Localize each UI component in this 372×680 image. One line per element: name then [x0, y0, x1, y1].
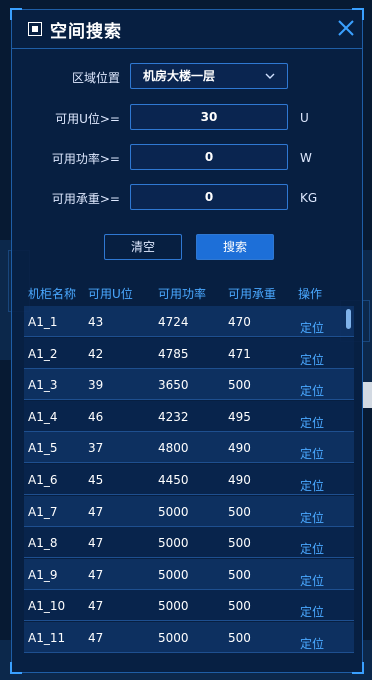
load-label: 可用承重>=	[51, 192, 120, 206]
cell-available-u: 43	[88, 315, 104, 329]
cell-available-load: 470	[228, 315, 251, 329]
search-button[interactable]: 搜索	[196, 234, 274, 260]
table-row: A1_4 46 4232 495 定位	[24, 400, 354, 432]
cell-available-u: 37	[88, 441, 104, 456]
cell-available-u: 47	[88, 567, 104, 582]
locate-link[interactable]: 定位	[300, 635, 324, 652]
area-select[interactable]: 机房大楼一层	[130, 63, 288, 89]
locate-link[interactable]: 定位	[300, 382, 324, 399]
column-header-load: 可用承重	[228, 287, 277, 301]
table-row: A1_3 39 3650 500 定位	[24, 369, 354, 401]
cell-cabinet-name: A1_3	[28, 378, 58, 393]
power-label: 可用功率>=	[51, 152, 120, 166]
power-unit: W	[300, 151, 312, 165]
table-row: A1_2 42 4785 471 定位	[24, 337, 354, 369]
cell-available-power: 4785	[158, 346, 189, 361]
table-row: A1_1 43 4724 470 定位	[24, 306, 354, 337]
u-unit: U	[300, 111, 309, 125]
load-unit: KG	[300, 191, 318, 205]
table-body[interactable]: A1_1 43 4724 470 定位 A1_2 42 4785 471 定位 A1_3 39 3650…	[24, 306, 354, 664]
column-header-name: 机柜名称	[28, 287, 77, 301]
panel-title: 空间搜索	[50, 22, 122, 42]
cell-available-power: 4724	[158, 315, 189, 329]
column-header-u: 可用U位	[88, 287, 133, 301]
cell-cabinet-name: A1_9	[28, 567, 58, 582]
table-row: A1_6 45 4450 490 定位	[24, 464, 354, 495]
u-input[interactable]: 30	[130, 104, 288, 130]
cell-available-u: 42	[88, 346, 104, 361]
table-row: A1_9 47 5000 500 定位	[24, 558, 354, 590]
locate-link[interactable]: 定位	[300, 603, 324, 620]
table-row: A1_5 37 4800 490 定位	[24, 432, 354, 464]
cell-available-load: 500	[228, 536, 251, 551]
chevron-down-icon	[265, 73, 275, 79]
cell-cabinet-name: A1_10	[28, 599, 66, 614]
table-row: A1_11 47 5000 500 定位	[24, 622, 354, 653]
clear-button[interactable]: 清空	[104, 234, 182, 260]
cell-available-load: 495	[228, 409, 251, 424]
spatial-search-panel: 空间搜索 区域位置 机房大楼一层 可用U位>= 30 U 可用功率>= 0 W …	[10, 8, 364, 674]
locate-link[interactable]: 定位	[300, 414, 324, 431]
cell-available-power: 5000	[158, 536, 189, 551]
table-header: 机柜名称 可用U位 可用功率 可用承重 操作	[12, 282, 362, 304]
locate-link[interactable]: 定位	[300, 319, 324, 336]
cell-cabinet-name: A1_8	[28, 536, 58, 551]
panel-header: 空间搜索	[12, 10, 362, 49]
cell-cabinet-name: A1_11	[28, 631, 66, 645]
area-select-value: 机房大楼一层	[143, 69, 216, 83]
cell-available-u: 47	[88, 536, 104, 551]
cell-available-load: 500	[228, 504, 251, 519]
cell-available-load: 490	[228, 441, 251, 456]
cell-available-load: 490	[228, 473, 251, 487]
cell-available-u: 47	[88, 631, 104, 645]
table-row: A1_10 47 5000 500 定位	[24, 590, 354, 622]
table-row: A1_7 47 5000 500 定位	[24, 495, 354, 527]
cell-available-power: 5000	[158, 599, 189, 614]
cell-available-u: 47	[88, 504, 104, 519]
locate-link[interactable]: 定位	[300, 351, 324, 368]
cell-cabinet-name: A1_6	[28, 473, 58, 487]
locate-link[interactable]: 定位	[300, 572, 324, 589]
cell-available-u: 47	[88, 599, 104, 614]
square-icon	[28, 22, 42, 36]
cell-available-load: 500	[228, 378, 251, 393]
locate-link[interactable]: 定位	[300, 509, 324, 526]
load-input[interactable]: 0	[130, 184, 288, 210]
cell-available-u: 45	[88, 473, 104, 487]
area-label: 区域位置	[71, 71, 120, 85]
cell-cabinet-name: A1_5	[28, 441, 58, 456]
cell-available-u: 39	[88, 378, 104, 393]
cell-available-load: 500	[228, 567, 251, 582]
cell-available-power: 4450	[158, 473, 189, 487]
cell-available-power: 5000	[158, 567, 189, 582]
locate-link[interactable]: 定位	[300, 477, 324, 494]
cell-cabinet-name: A1_7	[28, 504, 58, 519]
cell-available-u: 46	[88, 409, 104, 424]
table-row: A1_8 47 5000 500 定位	[24, 527, 354, 559]
locate-link[interactable]: 定位	[300, 540, 324, 557]
cell-cabinet-name: A1_4	[28, 409, 58, 424]
cell-cabinet-name: A1_2	[28, 346, 58, 361]
cell-cabinet-name: A1_1	[28, 315, 58, 329]
scrollbar-thumb[interactable]	[346, 309, 351, 329]
power-input[interactable]: 0	[130, 144, 288, 170]
column-header-power: 可用功率	[158, 287, 207, 301]
cell-available-load: 500	[228, 599, 251, 614]
cell-available-power: 5000	[158, 504, 189, 519]
corner-decoration	[10, 662, 22, 674]
cell-available-power: 5000	[158, 631, 189, 645]
cell-available-power: 4800	[158, 441, 189, 456]
cell-available-load: 471	[228, 346, 251, 361]
close-icon[interactable]	[336, 18, 356, 38]
cell-available-power: 3650	[158, 378, 189, 393]
column-header-action: 操作	[298, 287, 323, 301]
locate-link[interactable]: 定位	[300, 445, 324, 462]
cell-available-load: 500	[228, 631, 251, 645]
cell-available-power: 4232	[158, 409, 189, 424]
u-label: 可用U位>=	[55, 112, 120, 126]
